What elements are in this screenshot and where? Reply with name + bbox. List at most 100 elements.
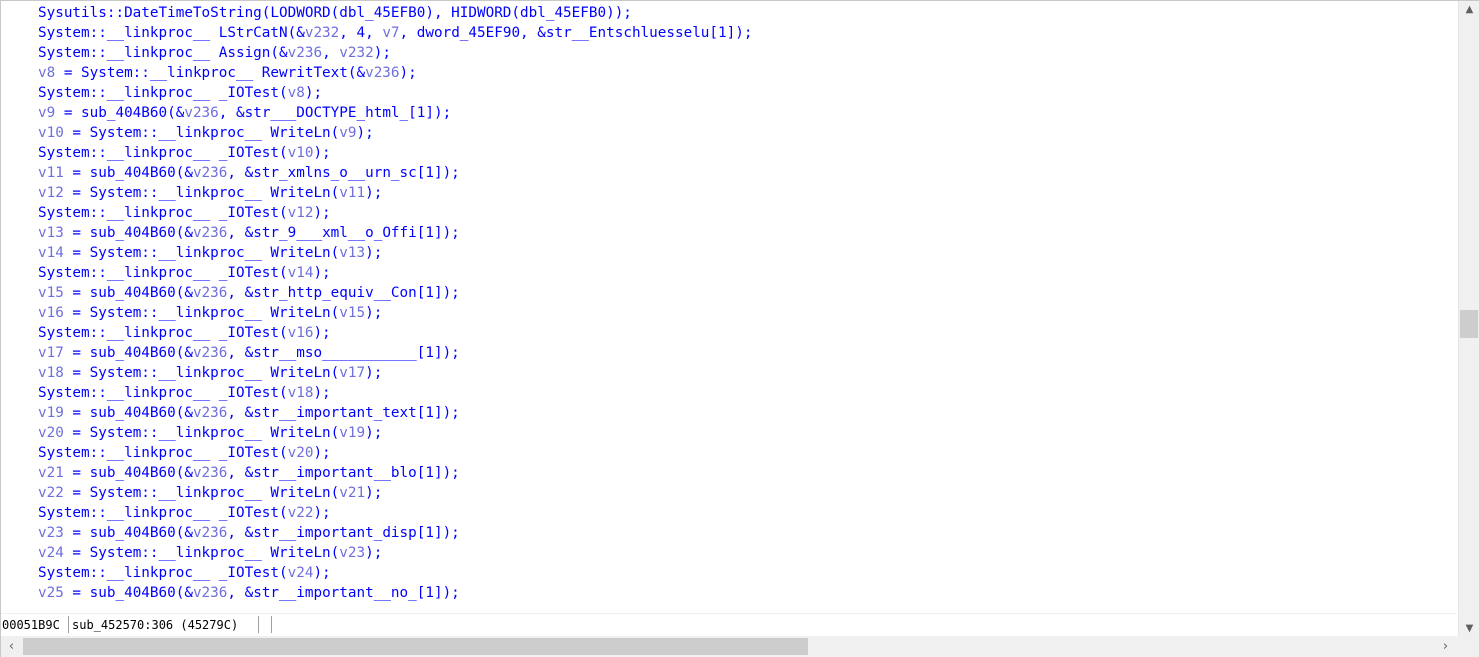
code-variable: v15 <box>38 285 64 301</box>
code-text: , &str__important__blo[1]); <box>227 465 460 481</box>
code-line[interactable]: v8 = System::__linkproc__ RewritText(&v2… <box>38 63 417 83</box>
status-separator <box>271 616 272 633</box>
code-variable: v18 <box>38 365 64 381</box>
code-variable: v236 <box>192 285 228 301</box>
code-text: = System::__linkproc__ WriteLn( <box>63 365 340 381</box>
code-variable: v16 <box>38 305 64 321</box>
vertical-scrollbar-thumb[interactable] <box>1460 310 1478 338</box>
code-variable: v21 <box>38 465 64 481</box>
code-line[interactable]: System::__linkproc__ _IOTest(v8); <box>38 83 322 103</box>
code-line[interactable]: System::__linkproc__ _IOTest(v12); <box>38 203 331 223</box>
code-text: , &str__important__no_[1]); <box>227 585 460 601</box>
code-line[interactable]: System::__linkproc__ Assign(&v236, v232)… <box>38 43 391 63</box>
code-text: , &str__important_text[1]); <box>227 405 460 421</box>
code-line[interactable]: v11 = sub_404B60(&v236, &str_xmlns_o__ur… <box>38 163 460 183</box>
code-line[interactable]: v10 = System::__linkproc__ WriteLn(v9); <box>38 123 374 143</box>
status-separator <box>68 616 69 633</box>
code-text: = sub_404B60(& <box>63 165 193 181</box>
chevron-right-icon[interactable]: › <box>1437 636 1454 657</box>
code-line[interactable]: System::__linkproc__ _IOTest(v16); <box>38 323 331 343</box>
code-text: ); <box>313 265 331 281</box>
code-variable: v12 <box>38 185 64 201</box>
code-text: = System::__linkproc__ WriteLn( <box>63 545 340 561</box>
code-line[interactable]: System::__linkproc__ _IOTest(v24); <box>38 563 331 583</box>
code-text: ); <box>365 365 383 381</box>
code-variable: v23 <box>38 525 64 541</box>
code-line[interactable]: System::__linkproc__ _IOTest(v14); <box>38 263 331 283</box>
code-line[interactable]: v21 = sub_404B60(&v236, &str__important_… <box>38 463 460 483</box>
chevron-up-icon[interactable]: ▲ <box>1459 1 1479 18</box>
code-line[interactable]: v25 = sub_404B60(&v236, &str__important_… <box>38 583 460 603</box>
status-address: 00051B9C <box>2 618 60 632</box>
code-text: = System::__linkproc__ WriteLn( <box>63 425 340 441</box>
code-text: = System::__linkproc__ WriteLn( <box>63 305 340 321</box>
code-text: = sub_404B60(& <box>63 465 193 481</box>
code-line[interactable]: v9 = sub_404B60(&v236, &str___DOCTYPE_ht… <box>38 103 451 123</box>
code-variable: v236 <box>365 65 400 81</box>
code-line[interactable]: v20 = System::__linkproc__ WriteLn(v19); <box>38 423 382 443</box>
code-variable: v8 <box>38 65 56 81</box>
pseudocode-view[interactable]: Sysutils::DateTimeToString(LODWORD(dbl_4… <box>2 1 1457 613</box>
code-variable: v20 <box>287 445 314 461</box>
code-variable: v236 <box>192 465 228 481</box>
code-variable: v9 <box>38 105 56 121</box>
code-text: ); <box>365 185 383 201</box>
code-line[interactable]: v23 = sub_404B60(&v236, &str__important_… <box>38 523 460 543</box>
code-variable: v23 <box>339 545 366 561</box>
code-variable: v24 <box>38 545 64 561</box>
horizontal-scrollbar[interactable]: ‹ › <box>1 636 1479 657</box>
code-line[interactable]: v15 = sub_404B60(&v236, &str_http_equiv_… <box>38 283 460 303</box>
code-text: ); <box>313 505 331 521</box>
code-line[interactable]: v17 = sub_404B60(&v236, &str__mso_______… <box>38 343 460 363</box>
code-variable: v11 <box>339 185 366 201</box>
code-text: System::__linkproc__ _IOTest( <box>38 325 288 341</box>
code-variable: v25 <box>38 585 64 601</box>
code-text: ); <box>365 245 383 261</box>
code-text: ); <box>313 565 331 581</box>
status-bar: 00051B9C sub_452570:306 (45279C) <box>1 613 1457 635</box>
code-text: , &str_xmlns_o__urn_sc[1]); <box>227 165 460 181</box>
chevron-left-icon[interactable]: ‹ <box>3 636 20 657</box>
code-line[interactable]: v24 = System::__linkproc__ WriteLn(v23); <box>38 543 382 563</box>
code-text: System::__linkproc__ _IOTest( <box>38 565 288 581</box>
code-variable: v236 <box>287 45 323 61</box>
pseudocode-window: Sysutils::DateTimeToString(LODWORD(dbl_4… <box>0 0 1479 657</box>
code-text: = System::__linkproc__ RewritText(& <box>55 65 366 81</box>
vertical-scrollbar[interactable]: ▲ ▼ <box>1458 1 1479 637</box>
code-text: ); <box>399 65 417 81</box>
code-line[interactable]: v13 = sub_404B60(&v236, &str_9___xml__o_… <box>38 223 460 243</box>
code-variable: v236 <box>192 525 228 541</box>
code-text: , 4, <box>339 25 383 41</box>
code-line[interactable]: System::__linkproc__ LStrCatN(&v232, 4, … <box>38 23 752 43</box>
code-variable: v236 <box>184 105 219 121</box>
code-variable: v13 <box>339 245 366 261</box>
code-variable: v19 <box>339 425 366 441</box>
code-line[interactable]: System::__linkproc__ _IOTest(v10); <box>38 143 331 163</box>
code-line[interactable]: v16 = System::__linkproc__ WriteLn(v15); <box>38 303 382 323</box>
code-line[interactable]: v18 = System::__linkproc__ WriteLn(v17); <box>38 363 382 383</box>
chevron-down-icon[interactable]: ▼ <box>1459 620 1479 637</box>
horizontal-scrollbar-thumb[interactable] <box>23 638 808 655</box>
code-text: = sub_404B60(& <box>55 105 185 121</box>
code-variable: v22 <box>38 485 64 501</box>
code-text: = sub_404B60(& <box>63 345 193 361</box>
code-line[interactable]: Sysutils::DateTimeToString(LODWORD(dbl_4… <box>38 3 632 23</box>
code-text: ); <box>356 125 374 141</box>
code-line[interactable]: v22 = System::__linkproc__ WriteLn(v21); <box>38 483 382 503</box>
code-line[interactable]: v19 = sub_404B60(&v236, &str__important_… <box>38 403 460 423</box>
code-text: ); <box>313 205 331 221</box>
code-line[interactable]: System::__linkproc__ _IOTest(v18); <box>38 383 331 403</box>
code-variable: v16 <box>287 325 314 341</box>
code-line[interactable]: v12 = System::__linkproc__ WriteLn(v11); <box>38 183 382 203</box>
code-variable: v232 <box>339 45 374 61</box>
code-text: , <box>322 45 340 61</box>
code-variable: v17 <box>339 365 366 381</box>
code-text: System::__linkproc__ LStrCatN(& <box>38 25 305 41</box>
code-text: = sub_404B60(& <box>63 225 193 241</box>
code-text: = sub_404B60(& <box>63 525 193 541</box>
code-line[interactable]: System::__linkproc__ _IOTest(v20); <box>38 443 331 463</box>
code-text: Sysutils::DateTimeToString(LODWORD(dbl_4… <box>38 5 632 21</box>
code-text: ); <box>365 485 383 501</box>
code-line[interactable]: System::__linkproc__ _IOTest(v22); <box>38 503 331 523</box>
code-line[interactable]: v14 = System::__linkproc__ WriteLn(v13); <box>38 243 382 263</box>
